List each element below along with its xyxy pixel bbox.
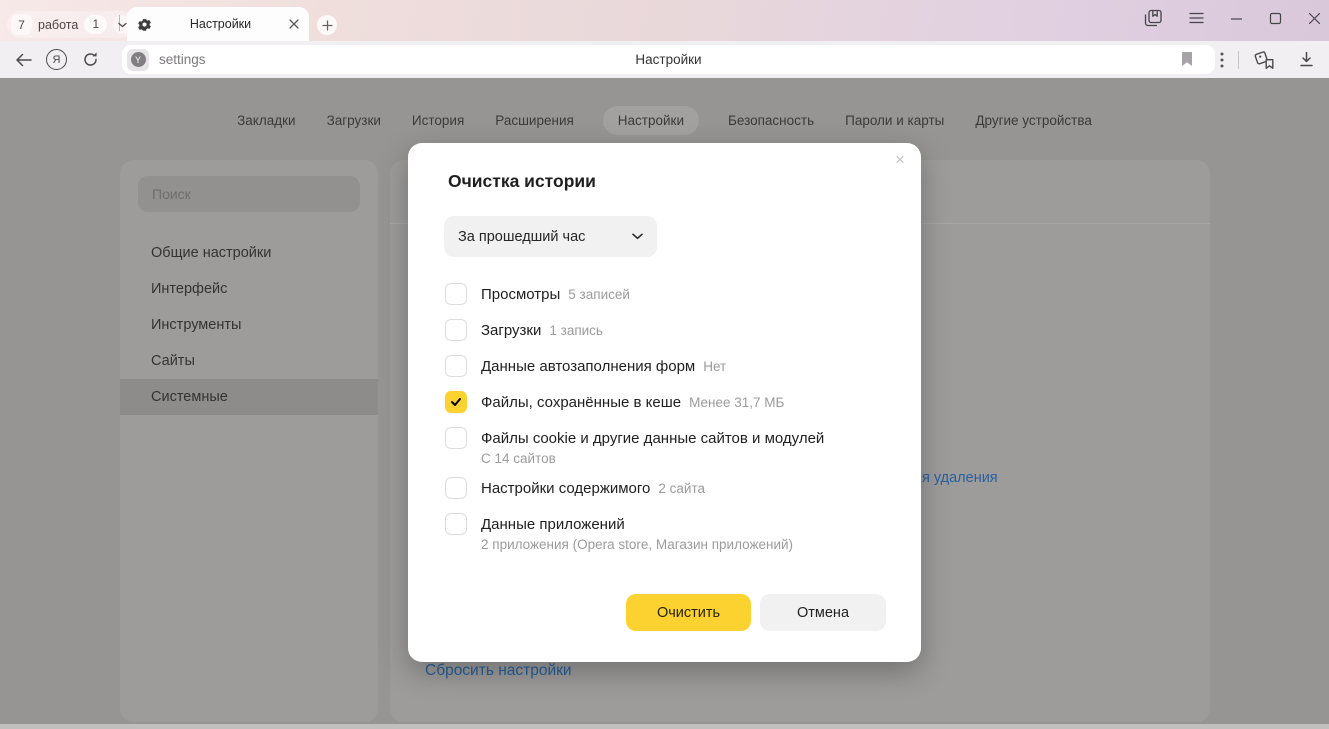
toolbar-separator [1238,51,1239,69]
settings-nav: Закладки Загрузки История Расширения Нас… [0,106,1329,135]
nav-downloads[interactable]: Загрузки [325,106,383,135]
address-field[interactable]: Y settings Настройки [122,45,1215,74]
item-meta: Нет [703,359,726,374]
clear-item-cookies: Файлы cookie и другие данные сайтов и мо… [445,427,890,449]
new-tab-button[interactable] [317,15,337,35]
clear-item-autofill: Данные автозаполнения форм Нет [445,355,890,377]
dialog-close-icon[interactable]: × [889,149,911,171]
workspace-tab-count: 1 [84,15,107,34]
protect-badge-icon[interactable]: Y [127,49,149,71]
item-label: Данные приложений [481,516,625,533]
workspace-switcher[interactable]: 7 работа 1 [7,11,136,38]
tab-settings[interactable]: Настройки [127,7,309,41]
tab-title: Настройки [152,17,289,31]
search-input[interactable] [138,176,360,212]
address-page-title: Настройки [122,52,1215,67]
sidebar-item-interface[interactable]: Интерфейс [120,271,378,307]
dialog-title: Очистка истории [448,171,596,192]
nav-history[interactable]: История [410,106,466,135]
reset-settings-link[interactable]: Сбросить настройки [425,662,572,680]
partial-delete-link[interactable]: я удаления [922,470,998,486]
checkbox-downloads[interactable] [445,319,467,341]
minimize-icon[interactable] [1230,12,1243,25]
item-label: Данные автозаполнения форм [481,358,695,375]
item-label: Просмотры [481,286,560,303]
protect-letter: Y [135,55,141,65]
window-bottom-edge [0,724,1329,729]
checkbox-cache[interactable] [445,391,467,413]
checkbox-cookies[interactable] [445,427,467,449]
side-panel-icon[interactable] [1143,9,1163,27]
back-icon[interactable] [8,53,38,67]
checkbox-autofill[interactable] [445,355,467,377]
address-toolbar: Я Y settings Настройки [0,41,1329,78]
item-meta: 5 записей [568,287,630,302]
item-label: Загрузки [481,322,541,339]
clear-item-app-data: Данные приложений [445,513,890,535]
clear-history-dialog: × Очистка истории За прошедший час Просм… [408,143,921,662]
workspace-separator [119,15,120,31]
collections-icon[interactable] [1253,50,1276,70]
yandex-icon[interactable]: Я [46,49,67,70]
settings-page: Закладки Загрузки История Расширения Нас… [0,78,1329,729]
sidebar-item-sites[interactable]: Сайты [120,343,378,379]
nav-bookmarks[interactable]: Закладки [235,106,297,135]
item-meta: 1 запись [549,323,603,338]
item-label: Настройки содержимого [481,480,650,497]
workspace-name: работа [38,18,78,32]
yandex-letter: Я [53,54,61,66]
sidebar-item-tools[interactable]: Инструменты [120,307,378,343]
clear-item-cache: Файлы, сохранённые в кеше Менее 31,7 МБ [445,391,890,413]
item-label: Файлы, сохранённые в кеше [481,394,681,411]
checkbox-browsing[interactable] [445,283,467,305]
clear-button[interactable]: Очистить [626,594,751,631]
item-subtext: С 14 сайтов [481,451,890,469]
chevron-down-icon [632,233,643,240]
nav-settings[interactable]: Настройки [603,106,699,135]
url-text: settings [159,52,206,67]
item-subtext: 2 приложения (Opera store, Магазин прило… [481,537,890,555]
browser-window: 7 работа 1 Настройки [0,0,1329,729]
nav-security[interactable]: Безопасность [726,106,816,135]
download-icon[interactable] [1298,51,1315,68]
nav-other-devices[interactable]: Другие устройства [973,106,1094,135]
checkbox-app-data[interactable] [445,513,467,535]
tab-close-icon[interactable] [289,19,299,29]
tab-strip: 7 работа 1 Настройки [0,0,1329,41]
period-selected-value: За прошедший час [458,229,632,245]
workspace-number: 7 [11,14,32,35]
checkbox-content-settings[interactable] [445,477,467,499]
clear-item-downloads: Загрузки 1 запись [445,319,890,341]
gear-icon [137,17,152,32]
period-dropdown[interactable]: За прошедший час [444,216,657,257]
item-label: Файлы cookie и другие данные сайтов и мо… [481,430,824,447]
menu-icon[interactable] [1189,12,1204,24]
close-window-icon[interactable] [1308,12,1321,25]
bookmark-icon[interactable] [1181,51,1193,67]
clear-items-list: Просмотры 5 записей Загрузки 1 запись Да… [445,283,890,563]
reload-icon[interactable] [75,51,105,68]
item-meta: Менее 31,7 МБ [689,395,784,410]
nav-passwords[interactable]: Пароли и карты [843,106,946,135]
nav-extensions[interactable]: Расширения [493,106,576,135]
clear-item-content-settings: Настройки содержимого 2 сайта [445,477,890,499]
cancel-button[interactable]: Отмена [760,594,886,631]
clear-item-browsing: Просмотры 5 записей [445,283,890,305]
maximize-icon[interactable] [1269,12,1282,25]
settings-sidebar: Общие настройки Интерфейс Инструменты Са… [120,160,378,722]
item-meta: 2 сайта [658,481,705,496]
sidebar-item-system[interactable]: Системные [120,379,378,415]
sidebar-item-general[interactable]: Общие настройки [120,235,378,271]
kebab-menu-icon[interactable] [1220,52,1224,68]
